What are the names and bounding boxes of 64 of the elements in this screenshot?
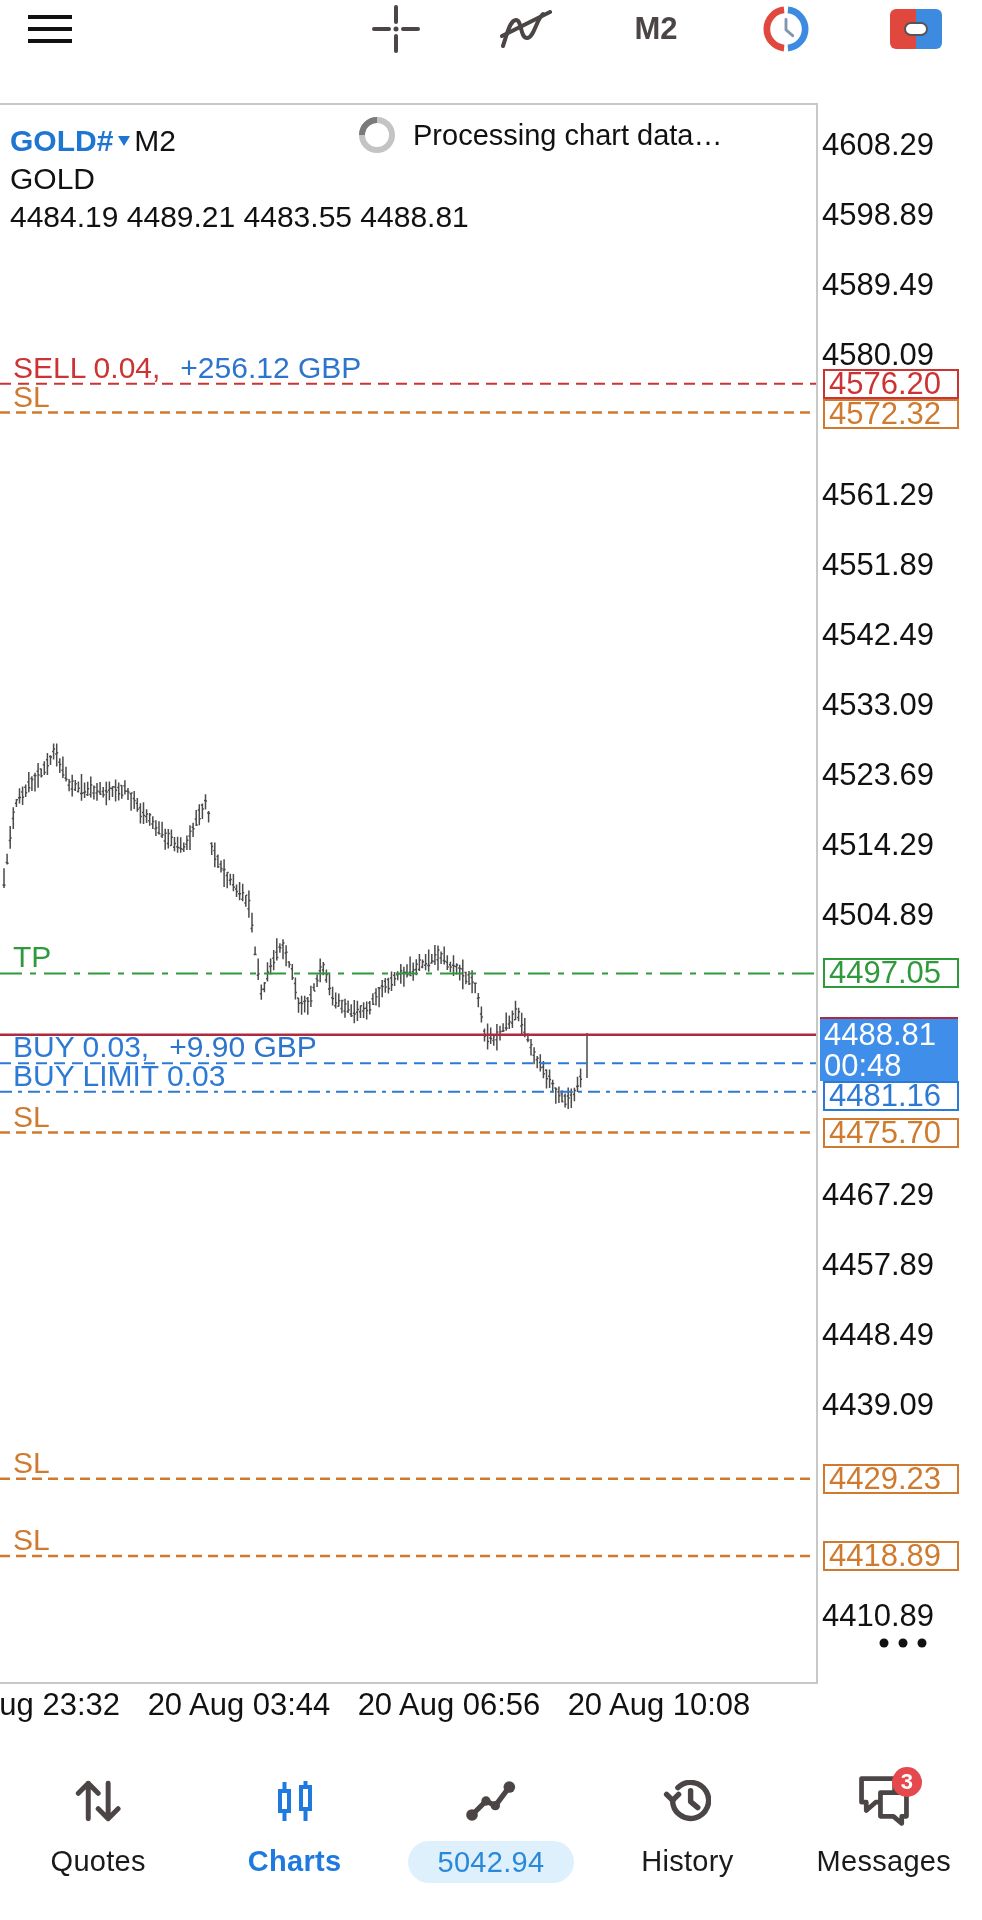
chat-bubbles-icon	[857, 1775, 910, 1827]
stop-loss-price: 4572.32	[823, 398, 959, 429]
position-label: BUY 0.03,	[13, 1033, 150, 1062]
timeframe-button[interactable]: M2	[634, 11, 678, 47]
more-icon[interactable]	[879, 1638, 927, 1648]
pending-order-label: BUY LIMIT 0.03	[13, 1061, 226, 1090]
history-icon	[663, 1780, 712, 1822]
toggle-icon[interactable]	[890, 9, 942, 49]
profit-value: +256.12 GBP	[180, 353, 362, 382]
price-label: 4514.29	[822, 831, 935, 859]
symbol-description: GOLD	[10, 161, 96, 197]
menu-icon[interactable]	[28, 15, 72, 43]
stop-loss-price: 4429.23	[823, 1463, 959, 1494]
clock-icon[interactable]	[763, 6, 809, 52]
price-label: 4457.89	[822, 1251, 935, 1280]
candlestick-icon	[276, 1780, 313, 1822]
nav-tab[interactable]: 3 Messages	[785, 1743, 982, 1920]
position-label: SELL 0.04,	[13, 353, 161, 382]
stop-loss-price: 4418.89	[823, 1540, 959, 1571]
nav-tab[interactable]: History	[589, 1743, 786, 1920]
curve-icon[interactable]	[499, 8, 553, 50]
stop-loss-label: SL	[13, 1448, 50, 1477]
price-label: 4533.09	[822, 690, 935, 719]
symbol-name[interactable]: GOLD#	[10, 122, 114, 160]
nav-tab[interactable]: Charts	[196, 1743, 393, 1920]
bid-price: 4488.81	[824, 1018, 938, 1050]
price-label: 4551.89	[822, 550, 935, 579]
price-label: 4542.49	[822, 620, 935, 649]
status-message: Processing chart data…	[413, 118, 723, 152]
price-label: 4410.89	[822, 1601, 935, 1630]
time-label: 20 Aug 06:56	[357, 1687, 541, 1724]
crosshair-icon[interactable]	[372, 5, 420, 53]
stop-loss-label: SL	[13, 382, 50, 411]
stop-loss-label: SL	[13, 1102, 50, 1131]
price-label: 4589.49	[822, 270, 935, 299]
price-label: 4608.29	[822, 130, 935, 159]
price-label: 4467.29	[822, 1181, 935, 1210]
price-label: 4561.29	[822, 480, 935, 509]
price-label: 4504.89	[822, 901, 935, 930]
timeframe-label: M2	[134, 123, 177, 159]
profit-value: +9.90 GBP	[169, 1033, 317, 1062]
time-label: 20 Aug 03:44	[147, 1687, 331, 1724]
take-profit-price: 4497.05	[823, 958, 959, 989]
line-chart-icon	[465, 1780, 517, 1822]
nav-tab[interactable]: Quotes	[0, 1743, 197, 1920]
price-label: 4439.09	[822, 1391, 935, 1420]
pending-order-price: 4481.16	[823, 1080, 959, 1111]
stop-loss-price: 4475.70	[823, 1117, 959, 1148]
caret-icon[interactable]	[118, 136, 131, 146]
ohlc-values: 4484.19 4489.21 4483.55 4488.81	[10, 199, 469, 235]
loading-spinner-icon	[358, 116, 396, 154]
arrows-up-down-icon	[75, 1780, 122, 1822]
balance-value: 5042.94	[407, 1841, 575, 1883]
price-label: 4598.89	[822, 200, 935, 229]
bar-countdown: 00:48	[824, 1049, 903, 1081]
stop-loss-label: SL	[13, 1525, 50, 1554]
take-profit-label: TP	[13, 943, 52, 972]
time-label: ug 23:32	[0, 1687, 121, 1724]
price-label: 4580.09	[822, 340, 935, 369]
price-label: 4523.69	[822, 760, 935, 789]
price-label: 4448.49	[822, 1321, 935, 1350]
position-price: 4576.20	[823, 368, 959, 399]
time-label: 20 Aug 10:08	[567, 1687, 751, 1724]
message-count: 3	[891, 1767, 922, 1797]
